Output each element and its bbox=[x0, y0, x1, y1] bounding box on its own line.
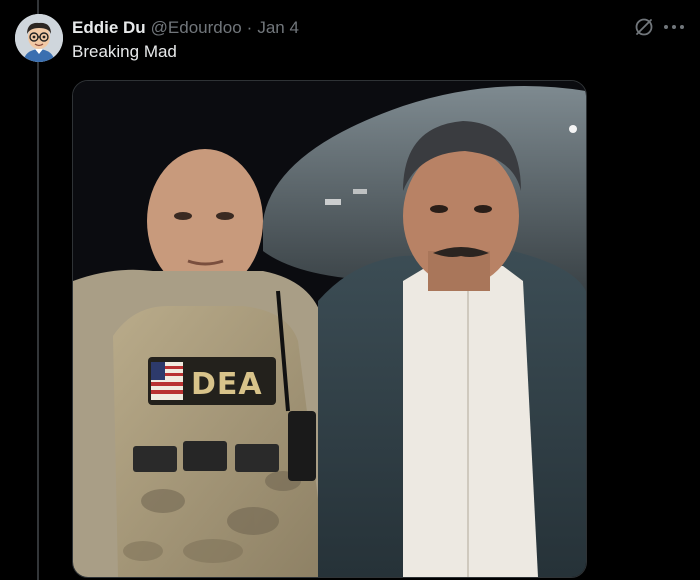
display-name[interactable]: Eddie Du bbox=[72, 18, 146, 38]
tweet-date[interactable]: Jan 4 bbox=[257, 18, 299, 38]
cartoon-avatar-icon bbox=[15, 14, 63, 62]
more-dot bbox=[664, 25, 668, 29]
avatar[interactable] bbox=[15, 14, 63, 62]
dea-patch-text: DEA bbox=[191, 367, 263, 402]
tweet-header: Eddie Du @Edourdoo · Jan 4 bbox=[72, 16, 680, 40]
tweet-media-photo[interactable]: DEA bbox=[72, 80, 587, 578]
more-icon[interactable] bbox=[664, 17, 684, 37]
grok-icon[interactable] bbox=[634, 17, 654, 37]
more-dot bbox=[672, 25, 676, 29]
photo-illustration: DEA bbox=[73, 81, 586, 577]
thread-connector-line bbox=[37, 0, 39, 580]
more-dot bbox=[680, 25, 684, 29]
separator-dot: · bbox=[246, 18, 253, 37]
user-handle[interactable]: @Edourdoo bbox=[151, 18, 242, 38]
tweet-text: Breaking Mad bbox=[72, 42, 177, 61]
right-man-shirt bbox=[403, 266, 538, 577]
